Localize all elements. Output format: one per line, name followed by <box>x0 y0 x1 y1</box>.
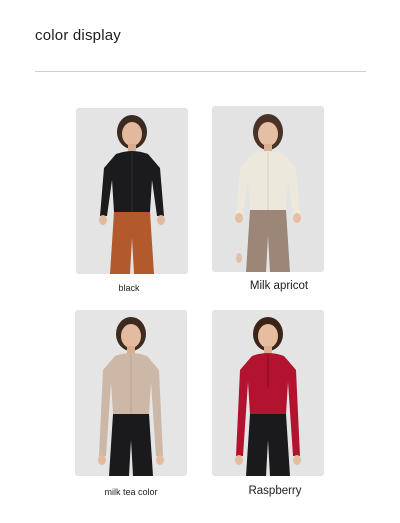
title-divider <box>35 71 366 72</box>
variant-label-milk-tea: milk tea color <box>104 487 158 497</box>
product-photo-raspberry[interactable] <box>212 310 324 476</box>
variant-label-raspberry: Raspberry <box>248 485 302 497</box>
model-image-raspberry <box>212 310 324 476</box>
product-photo-black[interactable] <box>76 108 188 274</box>
product-photo-milk-tea[interactable] <box>75 310 187 476</box>
model-image-milk-apricot <box>212 106 324 272</box>
product-photo-milk-apricot[interactable] <box>212 106 324 272</box>
page-title: color display <box>35 27 121 44</box>
model-image-black <box>76 108 188 274</box>
model-image-milk-tea <box>75 310 187 476</box>
variant-label-black: black <box>118 283 140 293</box>
variant-label-milk-apricot: Milk apricot <box>249 280 309 292</box>
